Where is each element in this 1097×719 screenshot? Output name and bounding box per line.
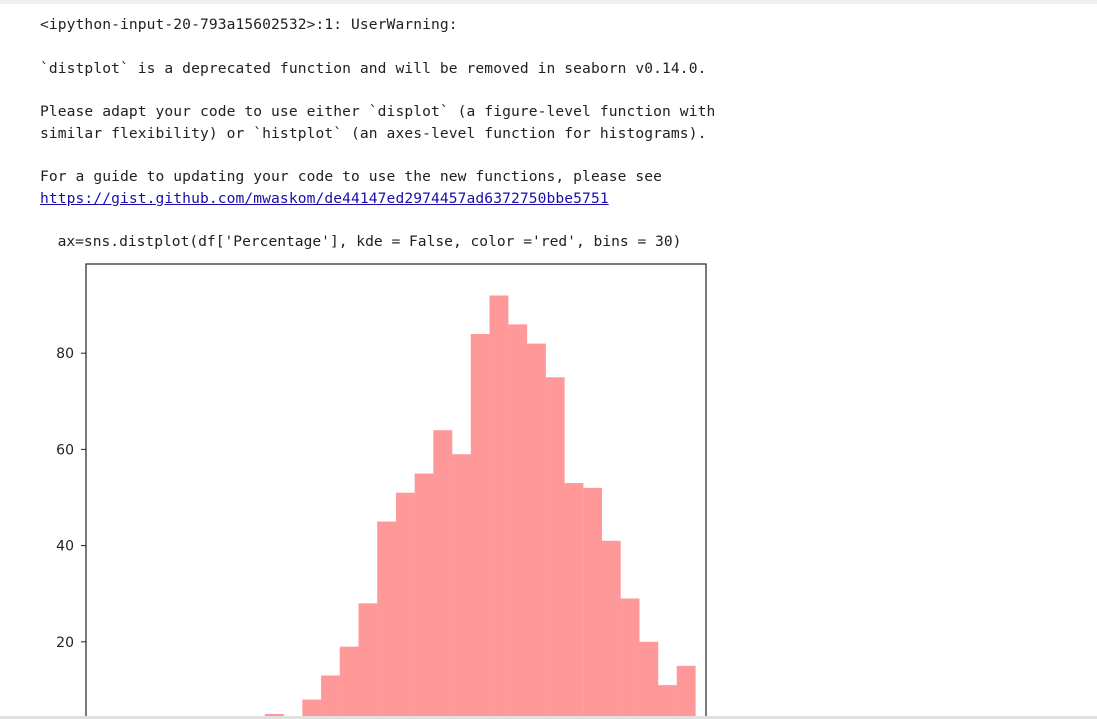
top-bar <box>0 0 1097 4</box>
histogram-bar <box>508 324 528 719</box>
histogram-plot: 20 40 60 80 <box>0 250 1097 719</box>
histogram-svg: 20 40 60 80 <box>56 263 707 719</box>
cell-output: <ipython-input-20-793a15602532>:1: UserW… <box>40 14 715 209</box>
y-tick-label: 60 <box>56 442 74 458</box>
histogram-bar <box>545 377 565 719</box>
source-code-line: ax=sns.distplot(df['Percentage'], kde = … <box>40 233 682 250</box>
histogram-bar <box>414 473 434 719</box>
histogram-bar <box>676 665 696 719</box>
histogram-bar <box>564 483 584 719</box>
histogram-bar <box>377 521 397 719</box>
y-tick-label: 20 <box>56 635 74 651</box>
histogram-bar <box>339 646 359 719</box>
histogram-bar <box>452 454 471 719</box>
adapt-line-1: Please adapt your code to use either `di… <box>40 103 716 120</box>
histogram-bar <box>358 603 378 719</box>
y-tick-label: 80 <box>56 346 74 362</box>
y-tick: 20 <box>56 635 86 651</box>
y-tick: 80 <box>56 346 86 362</box>
warning-header: <ipython-input-20-793a15602532>:1: UserW… <box>40 16 458 33</box>
y-tick-label: 40 <box>56 539 74 555</box>
histogram-bar <box>601 540 621 719</box>
histogram-bar <box>639 641 659 719</box>
histogram-bar <box>470 333 490 719</box>
histogram-bar <box>526 343 546 719</box>
histogram-bar <box>433 430 453 719</box>
histogram-bar <box>620 598 640 719</box>
histogram-bar <box>489 295 509 719</box>
deprecation-line: `distplot` is a deprecated function and … <box>40 59 707 77</box>
guide-link[interactable]: https://gist.github.com/mwaskom/de44147e… <box>40 188 715 210</box>
y-tick: 40 <box>56 539 86 555</box>
histogram-bar <box>321 675 340 719</box>
guide-line: For a guide to updating your code to use… <box>40 168 663 185</box>
y-tick: 60 <box>56 442 86 458</box>
histogram-bar <box>395 492 415 719</box>
histogram-bar <box>658 685 677 719</box>
histogram-bar <box>583 487 603 719</box>
adapt-line-2: similar flexibility) or `histplot` (an a… <box>40 124 707 142</box>
